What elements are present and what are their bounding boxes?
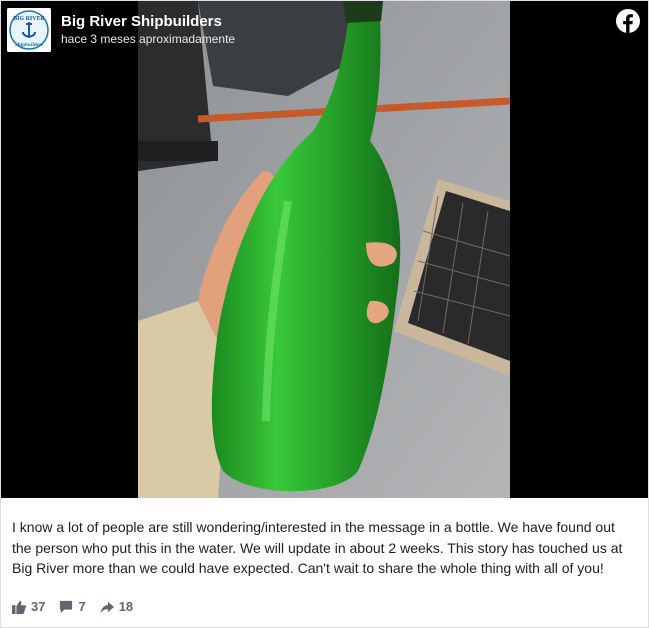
big-river-logo-icon: BIG RIVER Shipbuilders [7, 8, 51, 52]
facebook-icon[interactable] [616, 9, 640, 33]
facebook-post-embed: BIG RIVER Shipbuilders Big River Shipbui… [0, 0, 649, 628]
post-header: BIG RIVER Shipbuilders Big River Shipbui… [1, 1, 648, 61]
page-name[interactable]: Big River Shipbuilders [61, 13, 222, 30]
share-arrow-icon [100, 601, 114, 613]
svg-text:Shipbuilders: Shipbuilders [15, 42, 44, 48]
post-caption: I know a lot of people are still wonderi… [12, 519, 623, 576]
post-stats-bar: 37 7 18 [12, 599, 147, 614]
share-count[interactable]: 18 [100, 599, 133, 614]
post-timestamp[interactable]: hace 3 meses aproximadamente [61, 32, 235, 46]
comment-count-value: 7 [78, 599, 86, 614]
page-avatar[interactable]: BIG RIVER Shipbuilders [7, 8, 51, 52]
comment-icon [60, 600, 73, 613]
thumbs-up-icon [12, 600, 26, 614]
like-count-value: 37 [31, 599, 46, 614]
post-photo-area[interactable]: BIG RIVER Shipbuilders Big River Shipbui… [1, 1, 648, 498]
svg-text:BIG RIVER: BIG RIVER [13, 16, 46, 22]
comment-count[interactable]: 7 [59, 599, 86, 614]
share-count-value: 18 [118, 599, 134, 614]
like-count[interactable]: 37 [12, 599, 45, 614]
bottle-photo [138, 1, 510, 498]
